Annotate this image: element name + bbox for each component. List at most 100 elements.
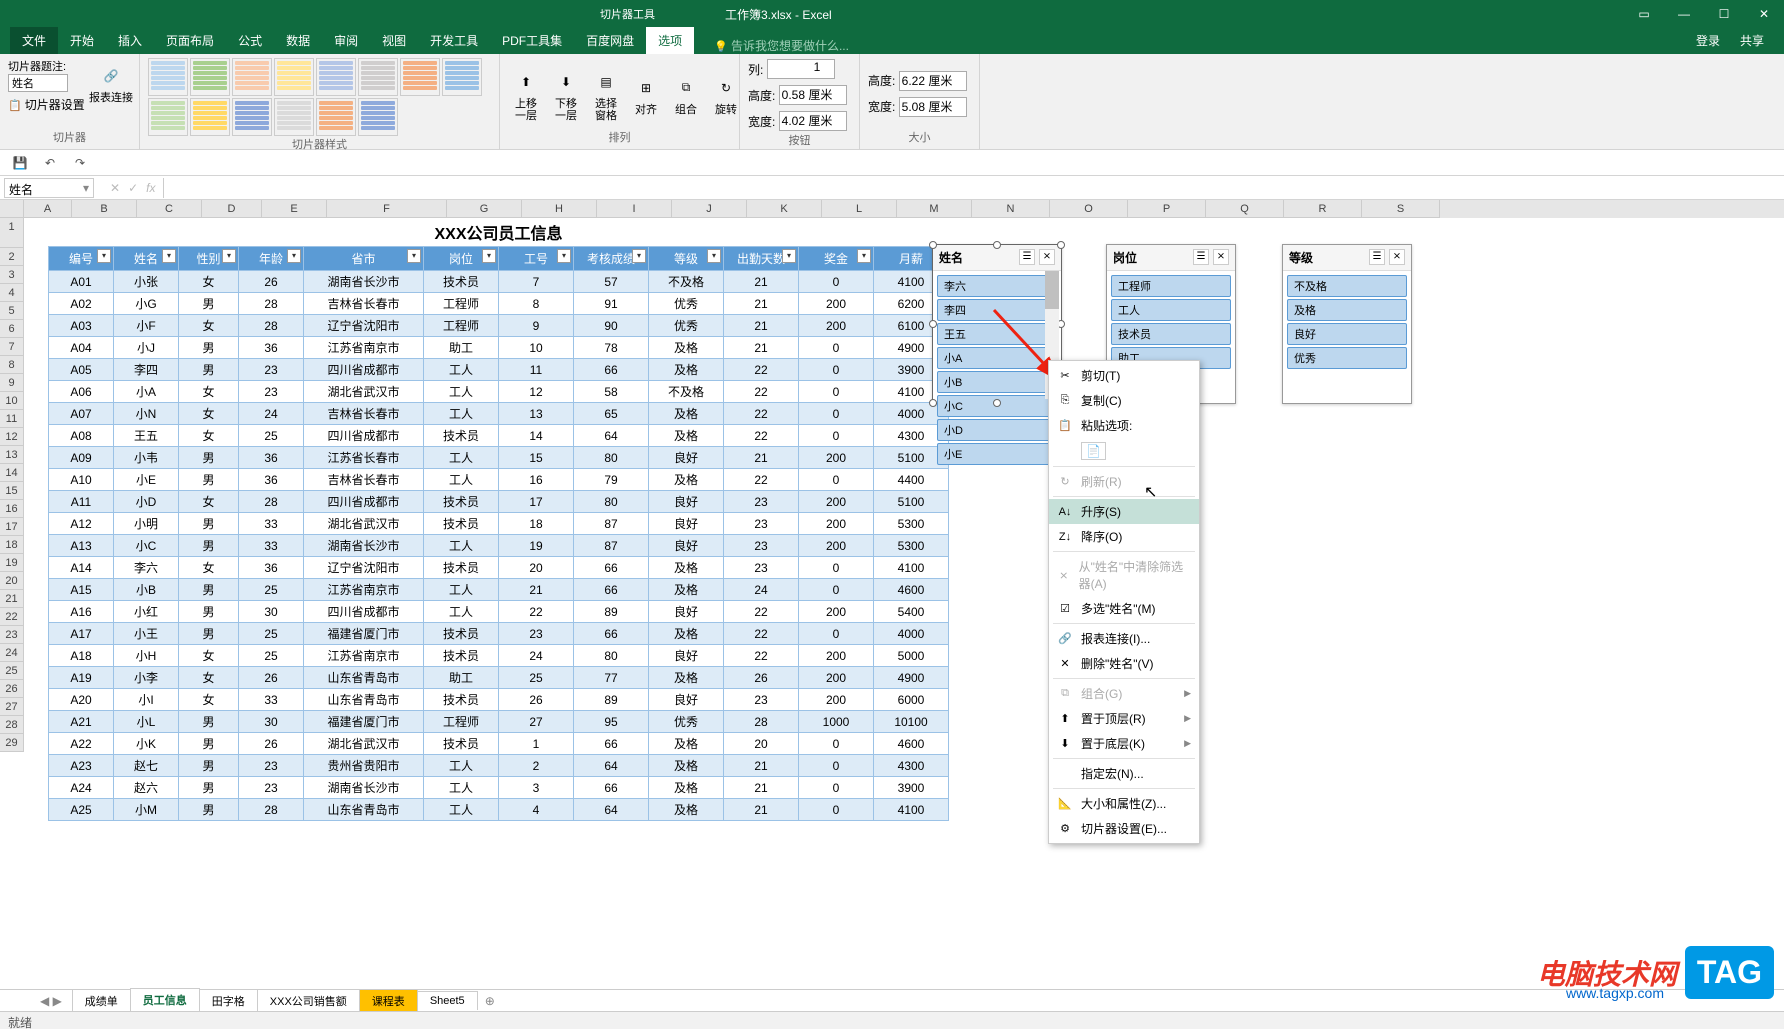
table-cell[interactable]: 吉林省长春市	[304, 403, 424, 425]
slicer-item[interactable]: 技术员	[1111, 323, 1231, 345]
table-cell[interactable]: 优秀	[649, 711, 724, 733]
table-cell[interactable]: 工人	[424, 381, 499, 403]
menu-cut[interactable]: ✂剪切(T)	[1049, 363, 1199, 388]
slicer-item[interactable]: 优秀	[1287, 347, 1407, 369]
row-header[interactable]: 3	[0, 266, 24, 284]
menu-send-to-back[interactable]: ⬇置于底层(K)▶	[1049, 731, 1199, 756]
menu-sort-descending[interactable]: Z↓降序(O)	[1049, 524, 1199, 549]
table-cell[interactable]: 及格	[649, 799, 724, 821]
table-cell[interactable]: 山东省青岛市	[304, 689, 424, 711]
table-cell[interactable]: A20	[49, 689, 114, 711]
table-cell[interactable]: 小G	[114, 293, 179, 315]
menu-multi-select[interactable]: ☑多选"姓名"(M)	[1049, 596, 1199, 621]
table-cell[interactable]: A16	[49, 601, 114, 623]
table-cell[interactable]: 及格	[649, 579, 724, 601]
table-cell[interactable]: 良好	[649, 645, 724, 667]
tab-formulas[interactable]: 公式	[226, 27, 274, 54]
table-cell[interactable]: 24	[499, 645, 574, 667]
table-cell[interactable]: 及格	[649, 469, 724, 491]
table-cell[interactable]: 男	[179, 469, 239, 491]
table-cell[interactable]: 赵七	[114, 755, 179, 777]
row-header[interactable]: 17	[0, 518, 24, 536]
table-cell[interactable]: 良好	[649, 601, 724, 623]
enter-formula-icon[interactable]: ✓	[128, 181, 138, 195]
table-cell[interactable]: 山东省青岛市	[304, 667, 424, 689]
table-cell[interactable]: 8	[499, 293, 574, 315]
table-cell[interactable]: 技术员	[424, 645, 499, 667]
maximize-button[interactable]: ☐	[1704, 0, 1744, 28]
table-cell[interactable]: 22	[724, 469, 799, 491]
row-header[interactable]: 23	[0, 626, 24, 644]
table-cell[interactable]: A03	[49, 315, 114, 337]
row-header[interactable]: 11	[0, 410, 24, 428]
columns-input[interactable]: 1	[767, 59, 835, 79]
table-cell[interactable]: 工程师	[424, 293, 499, 315]
table-cell[interactable]: 21	[724, 337, 799, 359]
table-cell[interactable]: 技术员	[424, 733, 499, 755]
table-cell[interactable]: 小M	[114, 799, 179, 821]
group-button[interactable]: ⧉组合	[668, 58, 704, 129]
table-cell[interactable]: A21	[49, 711, 114, 733]
table-cell[interactable]: 小A	[114, 381, 179, 403]
table-cell[interactable]: 0	[799, 425, 874, 447]
table-cell[interactable]: 技术员	[424, 513, 499, 535]
table-cell[interactable]: 技术员	[424, 623, 499, 645]
slicer-item[interactable]: 不及格	[1287, 275, 1407, 297]
table-cell[interactable]: 辽宁省沈阳市	[304, 557, 424, 579]
report-connections-button[interactable]: 🔗 报表连接	[87, 58, 135, 106]
table-cell[interactable]: 吉林省长春市	[304, 469, 424, 491]
table-cell[interactable]: 33	[239, 689, 304, 711]
row-header[interactable]: 5	[0, 302, 24, 320]
table-cell[interactable]: 技术员	[424, 689, 499, 711]
table-cell[interactable]: 200	[799, 601, 874, 623]
table-cell[interactable]: 21	[724, 447, 799, 469]
table-cell[interactable]: 小李	[114, 667, 179, 689]
table-cell[interactable]: 5400	[874, 601, 949, 623]
table-cell[interactable]: 20	[499, 557, 574, 579]
table-cell[interactable]: 4100	[874, 557, 949, 579]
filter-button[interactable]: ▾	[162, 249, 176, 263]
table-cell[interactable]: 江苏省长春市	[304, 447, 424, 469]
table-cell[interactable]: 良好	[649, 689, 724, 711]
table-cell[interactable]: 15	[499, 447, 574, 469]
table-cell[interactable]: 200	[799, 447, 874, 469]
col-header[interactable]: S	[1362, 200, 1440, 218]
multi-select-icon[interactable]: ☰	[1019, 249, 1035, 265]
table-cell[interactable]: 男	[179, 513, 239, 535]
cancel-formula-icon[interactable]: ✕	[110, 181, 120, 195]
row-header[interactable]: 8	[0, 356, 24, 374]
row-header[interactable]: 27	[0, 698, 24, 716]
table-cell[interactable]: 23	[724, 557, 799, 579]
table-cell[interactable]: 优秀	[649, 293, 724, 315]
tab-home[interactable]: 开始	[58, 27, 106, 54]
table-cell[interactable]: 79	[574, 469, 649, 491]
style-option[interactable]	[232, 98, 272, 136]
table-cell[interactable]: 男	[179, 799, 239, 821]
table-cell[interactable]: 及格	[649, 557, 724, 579]
save-button[interactable]: 💾	[10, 153, 30, 173]
table-cell[interactable]: 36	[239, 337, 304, 359]
tab-options[interactable]: 选项	[646, 27, 694, 54]
row-header[interactable]: 16	[0, 500, 24, 518]
table-cell[interactable]: 李六	[114, 557, 179, 579]
table-cell[interactable]: 5300	[874, 535, 949, 557]
col-header[interactable]: M	[897, 200, 972, 218]
table-cell[interactable]: A05	[49, 359, 114, 381]
table-cell[interactable]: 17	[499, 491, 574, 513]
row-header[interactable]: 15	[0, 482, 24, 500]
row-header[interactable]: 24	[0, 644, 24, 662]
table-cell[interactable]: 5100	[874, 491, 949, 513]
slicer-style-gallery[interactable]	[148, 58, 488, 136]
table-cell[interactable]: 技术员	[424, 491, 499, 513]
filter-button[interactable]: ▾	[857, 249, 871, 263]
table-cell[interactable]: 男	[179, 733, 239, 755]
table-cell[interactable]: 23	[724, 513, 799, 535]
sheet-tab-4[interactable]: XXX公司销售额	[257, 989, 360, 1012]
table-cell[interactable]: 77	[574, 667, 649, 689]
style-option[interactable]	[148, 58, 188, 96]
table-cell[interactable]: A18	[49, 645, 114, 667]
sheet-tab-6[interactable]: Sheet5	[417, 991, 478, 1010]
row-header[interactable]: 26	[0, 680, 24, 698]
col-header[interactable]: I	[597, 200, 672, 218]
table-cell[interactable]: 28	[239, 799, 304, 821]
